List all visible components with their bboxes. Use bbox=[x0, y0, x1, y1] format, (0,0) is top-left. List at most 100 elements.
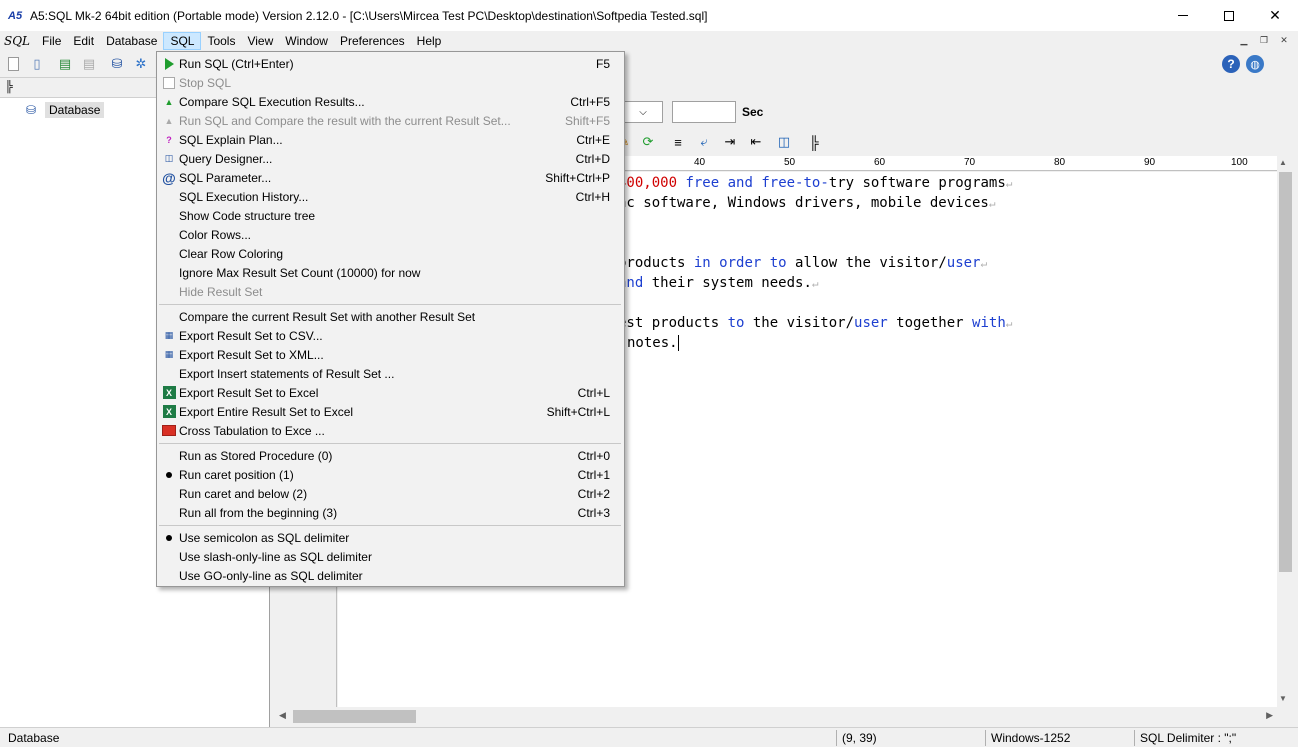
menu-item-label: Run caret position (1) bbox=[179, 467, 294, 482]
outdent-icon[interactable]: ⇤ bbox=[747, 133, 765, 151]
connect-icon[interactable]: ▤ bbox=[56, 55, 74, 73]
cross-tab-icon bbox=[161, 423, 177, 439]
menu-preferences[interactable]: Preferences bbox=[334, 32, 411, 50]
new-file-icon[interactable] bbox=[4, 55, 22, 73]
menu-item-label: Ignore Max Result Set Count (10000) for … bbox=[179, 265, 421, 280]
scroll-right-icon[interactable]: ▶ bbox=[1266, 710, 1273, 721]
menu-code-structure[interactable]: Show Code structure tree bbox=[157, 206, 624, 225]
menu-item-label: Run SQL and Compare the result with the … bbox=[179, 113, 511, 128]
menu-item-label: Compare SQL Execution Results... bbox=[179, 94, 365, 109]
settings-icon[interactable]: ✲ bbox=[132, 55, 150, 73]
menu-item-label: Hide Result Set bbox=[179, 284, 263, 299]
menu-item-shortcut: F5 bbox=[595, 56, 610, 71]
menu-item-label: Compare the current Result Set with anot… bbox=[179, 309, 476, 324]
menu-item-shortcut: Ctrl+E bbox=[576, 132, 610, 147]
minimize-icon bbox=[1178, 15, 1188, 16]
help-icon[interactable]: ? bbox=[1222, 55, 1240, 73]
database-node-icon: ⛁ bbox=[26, 103, 37, 117]
align-icon[interactable]: ≡ bbox=[669, 133, 687, 151]
code-line: products in order to allow the visitor/u… bbox=[618, 255, 988, 271]
vertical-scroll-thumb[interactable] bbox=[1279, 172, 1292, 572]
menu-compare-results[interactable]: ▲ Compare SQL Execution Results... Ctrl+… bbox=[157, 92, 624, 111]
menu-explain-plan[interactable]: ? SQL Explain Plan... Ctrl+E bbox=[157, 130, 624, 149]
disconnect-icon[interactable]: ▤ bbox=[80, 55, 98, 73]
menu-item-shortcut: Ctrl+F5 bbox=[570, 94, 610, 109]
menu-item-label: Export Result Set to XML... bbox=[179, 347, 324, 362]
menu-item-label: Run caret and below (2) bbox=[179, 486, 308, 501]
menu-window[interactable]: Window bbox=[279, 32, 334, 50]
database-icon[interactable]: ⛁ bbox=[108, 55, 126, 73]
maximize-button[interactable] bbox=[1206, 0, 1252, 31]
menu-cross-tabulation[interactable]: Cross Tabulation to Exce ... bbox=[157, 421, 624, 440]
scroll-left-icon[interactable]: ◀ bbox=[279, 710, 286, 721]
ruler-label: 100 bbox=[1231, 157, 1248, 168]
tree-node-database[interactable]: ⛁ Database bbox=[26, 102, 105, 118]
menu-sql[interactable]: SQL bbox=[163, 32, 202, 50]
menu-export-xml[interactable]: ▦ Export Result Set to XML... bbox=[157, 345, 624, 364]
tree-node-label: Database bbox=[45, 102, 105, 118]
wrap-icon[interactable]: ⤶ bbox=[695, 133, 713, 151]
menu-delimiter-semicolon[interactable]: Use semicolon as SQL delimiter bbox=[157, 528, 624, 547]
status-bar: Database (9, 39) Windows-1252 SQL Delimi… bbox=[0, 727, 1298, 747]
radio-selected-icon bbox=[161, 467, 177, 483]
menu-file[interactable]: File bbox=[36, 32, 67, 50]
menu-sql-parameter[interactable]: @ SQL Parameter... Shift+Ctrl+P bbox=[157, 168, 624, 187]
minimize-button[interactable] bbox=[1160, 0, 1206, 31]
menu-run-sql[interactable]: Run SQL (Ctrl+Enter) F5 bbox=[157, 54, 624, 73]
timeout-input[interactable] bbox=[672, 101, 736, 123]
split-icon[interactable]: ◫ bbox=[775, 133, 793, 151]
menu-item-label: Run all from the beginning (3) bbox=[179, 505, 338, 520]
menu-export-excel[interactable]: X Export Result Set to Excel Ctrl+L bbox=[157, 383, 624, 402]
ruler-label: 90 bbox=[1144, 157, 1156, 168]
indent-icon[interactable]: ⇥ bbox=[721, 133, 739, 151]
menu-tools[interactable]: Tools bbox=[201, 32, 241, 50]
open-icon[interactable]: ▯ bbox=[28, 55, 46, 73]
menu-view[interactable]: View bbox=[241, 32, 279, 50]
structure-icon[interactable]: ╠ bbox=[805, 133, 823, 151]
menu-separator bbox=[159, 304, 621, 305]
maximize-icon bbox=[1224, 10, 1234, 21]
menu-delimiter-go[interactable]: Use GO-only-line as SQL delimiter bbox=[157, 566, 624, 585]
scroll-down-icon[interactable]: ▼ bbox=[1279, 694, 1287, 703]
menu-clear-row-coloring[interactable]: Clear Row Coloring bbox=[157, 244, 624, 263]
menu-run-caret-position[interactable]: Run caret position (1) Ctrl+1 bbox=[157, 465, 624, 484]
menu-export-insert[interactable]: Export Insert statements of Result Set .… bbox=[157, 364, 624, 383]
menu-stop-sql[interactable]: Stop SQL bbox=[157, 73, 624, 92]
vertical-scrollbar[interactable]: ▲ ▼ bbox=[1277, 156, 1298, 707]
web-icon[interactable]: ◍ bbox=[1246, 55, 1264, 73]
menu-run-stored-procedure[interactable]: Run as Stored Procedure (0) Ctrl+0 bbox=[157, 446, 624, 465]
menu-database[interactable]: Database bbox=[100, 32, 163, 50]
code-line: ac software, Windows drivers, mobile dev… bbox=[618, 195, 996, 211]
menu-item-label: Cross Tabulation to Exce ... bbox=[179, 423, 325, 438]
tree-structure-icon[interactable]: ╠ bbox=[5, 81, 13, 93]
redo-icon[interactable]: ⟳ bbox=[639, 133, 657, 151]
menu-delimiter-slash[interactable]: Use slash-only-line as SQL delimiter bbox=[157, 547, 624, 566]
scroll-up-icon[interactable]: ▲ bbox=[1279, 158, 1287, 167]
menu-help[interactable]: Help bbox=[411, 32, 448, 50]
menu-bar: SQL File Edit Database SQL Tools View Wi… bbox=[0, 31, 1298, 51]
menu-ignore-max-count[interactable]: Ignore Max Result Set Count (10000) for … bbox=[157, 263, 624, 282]
menu-export-entire-excel[interactable]: X Export Entire Result Set to Excel Shif… bbox=[157, 402, 624, 421]
editor-dropdown[interactable]: ⌵ bbox=[623, 101, 663, 123]
menubar-logo: SQL bbox=[4, 34, 31, 48]
menu-run-all-beginning[interactable]: Run all from the beginning (3) Ctrl+3 bbox=[157, 503, 624, 522]
radio-selected-icon bbox=[161, 530, 177, 546]
menu-edit[interactable]: Edit bbox=[67, 32, 100, 50]
horizontal-scroll-thumb[interactable] bbox=[293, 710, 416, 723]
horizontal-scrollbar[interactable]: ◀ ▶ bbox=[275, 707, 1277, 727]
timeout-unit-label: Sec bbox=[742, 105, 764, 119]
mdi-close-button[interactable]: ✕ bbox=[1276, 33, 1292, 47]
menu-execution-history[interactable]: SQL Execution History... Ctrl+H bbox=[157, 187, 624, 206]
parameter-icon: @ bbox=[162, 169, 176, 186]
menu-hide-result-set[interactable]: Hide Result Set bbox=[157, 282, 624, 301]
menu-query-designer[interactable]: ◫ Query Designer... Ctrl+D bbox=[157, 149, 624, 168]
menu-export-csv[interactable]: ▦ Export Result Set to CSV... bbox=[157, 326, 624, 345]
menu-run-caret-below[interactable]: Run caret and below (2) Ctrl+2 bbox=[157, 484, 624, 503]
mdi-restore-button[interactable]: ❐ bbox=[1256, 33, 1272, 47]
menu-run-and-compare[interactable]: ▲ Run SQL and Compare the result with th… bbox=[157, 111, 624, 130]
menu-compare-result-sets[interactable]: Compare the current Result Set with anot… bbox=[157, 307, 624, 326]
mdi-minimize-button[interactable]: ▁ bbox=[1236, 33, 1252, 47]
close-button[interactable]: ✕ bbox=[1252, 0, 1298, 31]
menu-color-rows[interactable]: Color Rows... bbox=[157, 225, 624, 244]
menu-item-label: SQL Parameter... bbox=[179, 170, 272, 185]
